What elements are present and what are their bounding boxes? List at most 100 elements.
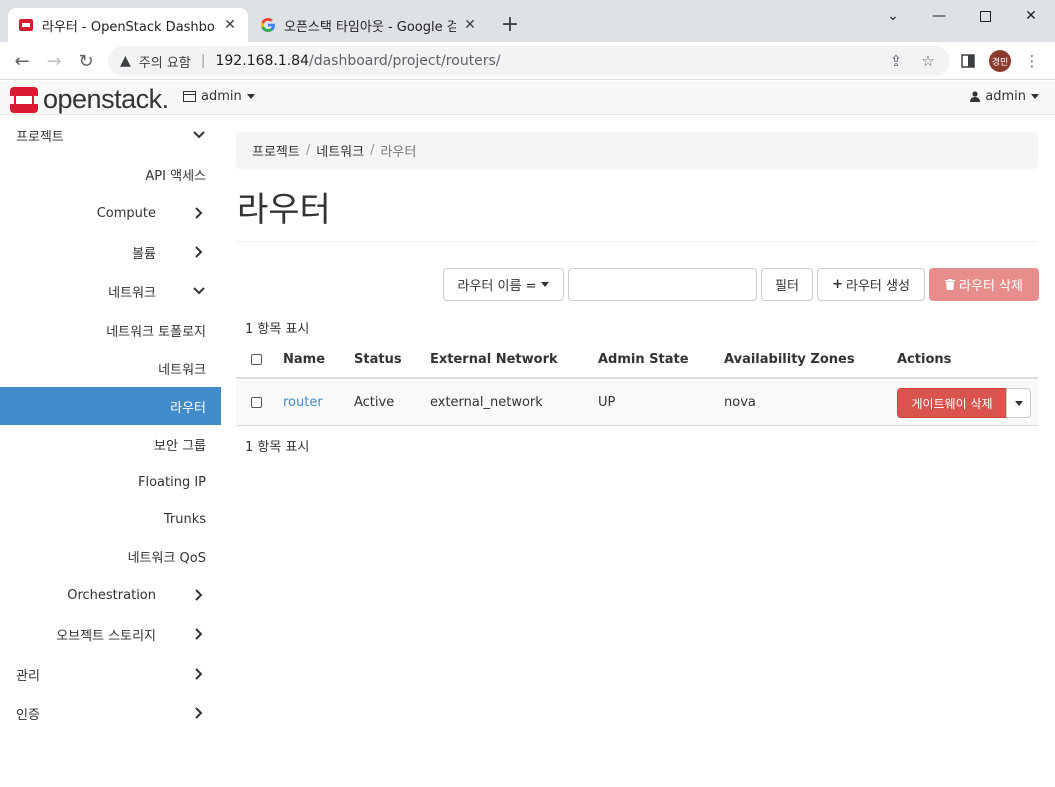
sidebar: 프로젝트 API 액세스 Compute 볼륨 네트워크 네트워크 토폴로지 네…	[0, 115, 221, 787]
sidebar-item-compute[interactable]: Compute	[0, 194, 221, 232]
sidebar-item-label: 인증	[16, 707, 40, 723]
sidebar-item-identity[interactable]: 인증	[0, 694, 221, 732]
close-tab-icon[interactable]: ✕	[462, 17, 478, 33]
sidebar-item-label: 네트워크 QoS	[127, 550, 206, 566]
filter-field-label: 라우터 이름 =	[457, 279, 537, 294]
side-panel-icon[interactable]	[956, 49, 980, 73]
create-router-button[interactable]: + 라우터 생성	[817, 268, 925, 301]
new-tab-icon[interactable]: +	[498, 14, 522, 38]
sidebar-item-label: 관리	[16, 668, 40, 684]
forward-icon[interactable]: →	[40, 47, 68, 75]
bookmark-star-icon[interactable]: ☆	[916, 49, 940, 73]
window-close-icon[interactable]: ✕	[1008, 0, 1054, 32]
column-header-availability-zones[interactable]: Availability Zones	[724, 352, 855, 367]
chevron-down-icon	[193, 285, 205, 297]
chevron-down-icon	[193, 129, 205, 141]
reload-icon[interactable]: ↻	[72, 47, 100, 75]
breadcrumb-current: 라우터	[380, 145, 417, 160]
profile-avatar[interactable]: 경민	[989, 50, 1011, 72]
column-header-actions: Actions	[897, 352, 952, 367]
project-icon	[183, 91, 196, 102]
select-all-checkbox[interactable]	[251, 354, 262, 365]
column-header-name[interactable]: Name	[283, 352, 325, 367]
column-header-status[interactable]: Status	[354, 352, 402, 367]
sidebar-item-trunks[interactable]: Trunks	[0, 500, 221, 538]
sidebar-item-orchestration[interactable]: Orchestration	[0, 576, 221, 614]
chevron-right-icon	[193, 207, 205, 219]
sidebar-item-label: 네트워크	[108, 285, 156, 301]
browser-tab-active[interactable]: 라우터 - OpenStack Dashboard ✕	[8, 8, 248, 42]
chevron-right-icon	[193, 707, 205, 719]
tab-title: 오픈스택 타임아웃 - Google 검색	[284, 19, 456, 35]
delete-routers-label: 라우터 삭제	[959, 279, 1023, 294]
column-header-admin-state[interactable]: Admin State	[598, 352, 689, 367]
create-router-label: 라우터 생성	[845, 279, 910, 294]
sidebar-item-routers[interactable]: 라우터	[0, 387, 221, 425]
delete-routers-button[interactable]: 라우터 삭제	[929, 268, 1039, 301]
column-header-external-network[interactable]: External Network	[430, 352, 558, 367]
sidebar-item-network-qos[interactable]: 네트워크 QoS	[0, 537, 221, 575]
menu-dots-icon[interactable]: ⋮	[1020, 49, 1044, 73]
router-external-network: external_network	[430, 395, 543, 410]
address-bar[interactable]: ▲ 주의 요함 | 192.168.1.84 /dashboard/projec…	[108, 46, 950, 76]
router-name-link[interactable]: router	[283, 395, 323, 410]
minimize-icon[interactable]: —	[916, 0, 962, 32]
sidebar-item-api-access[interactable]: API 액세스	[0, 155, 221, 193]
sidebar-item-label: 네트워크 토폴로지	[106, 324, 206, 340]
sidebar-item-object-storage[interactable]: 오브젝트 스토리지	[0, 615, 221, 653]
browser-tab-google[interactable]: 오픈스택 타임아웃 - Google 검색 ✕	[250, 8, 488, 42]
page-title: 라우터	[237, 190, 331, 230]
item-count-top: 1 항목 표시	[245, 322, 310, 337]
openstack-favicon-icon	[18, 17, 34, 33]
filter-button-label: 필터	[775, 279, 799, 294]
router-admin-state: UP	[598, 395, 616, 410]
sidebar-item-admin[interactable]: 관리	[0, 655, 221, 693]
caret-down-icon	[1031, 94, 1039, 99]
url-host: 192.168.1.84	[215, 53, 309, 69]
sidebar-item-label: Floating IP	[137, 474, 206, 490]
row-checkbox[interactable]	[251, 397, 262, 408]
router-availability-zone: nova	[724, 395, 756, 410]
caret-down-icon	[1014, 400, 1023, 406]
openstack-logo[interactable]: openstack.	[10, 84, 169, 115]
browser-tab-bar: 라우터 - OpenStack Dashboard ✕ 오픈스택 타임아웃 - …	[0, 0, 1055, 42]
divider	[236, 241, 1038, 242]
share-icon[interactable]: ⇪	[884, 49, 908, 73]
sidebar-item-volumes[interactable]: 볼륨	[0, 233, 221, 271]
filter-input[interactable]	[568, 268, 757, 301]
sidebar-item-label: Trunks	[163, 511, 206, 527]
filter-button[interactable]: 필터	[761, 268, 813, 301]
close-tab-icon[interactable]: ✕	[222, 17, 238, 33]
sidebar-item-networks[interactable]: 네트워크	[0, 349, 221, 387]
browser-toolbar: ← → ↻ ▲ 주의 요함 | 192.168.1.84 /dashboard/…	[0, 42, 1055, 80]
project-selector[interactable]: admin	[183, 89, 255, 104]
sidebar-item-security-groups[interactable]: 보안 그룹	[0, 425, 221, 463]
sidebar-item-label: 프로젝트	[16, 129, 64, 145]
google-favicon-icon	[260, 17, 276, 33]
breadcrumb: 프로젝트 / 네트워크 / 라우터	[236, 132, 1038, 169]
maximize-icon[interactable]	[962, 0, 1008, 32]
breadcrumb-link[interactable]: 네트워크	[316, 141, 364, 160]
table-header: Name Status External Network Admin State…	[236, 340, 1038, 379]
sidebar-item-network-topology[interactable]: 네트워크 토폴로지	[0, 311, 221, 349]
item-count-bottom: 1 항목 표시	[245, 440, 310, 455]
back-icon[interactable]: ←	[8, 47, 36, 75]
breadcrumb-link[interactable]: 프로젝트	[252, 141, 300, 160]
sidebar-item-network[interactable]: 네트워크	[0, 272, 221, 310]
divider: |	[200, 53, 206, 69]
sidebar-item-label: 네트워크	[158, 362, 206, 378]
chevron-right-icon	[193, 246, 205, 258]
dashboard-header: openstack. admin admin	[0, 81, 1055, 115]
sidebar-item-floating-ip[interactable]: Floating IP	[0, 463, 221, 501]
user-menu[interactable]: admin	[970, 89, 1039, 104]
clear-gateway-button[interactable]: 게이트웨이 삭제	[897, 388, 1007, 418]
tab-title: 라우터 - OpenStack Dashboard	[42, 19, 216, 35]
security-label: 주의 요함	[138, 55, 191, 71]
warning-icon: ▲	[120, 53, 131, 69]
tab-search-icon[interactable]: ⌄	[870, 0, 916, 32]
filter-field-select[interactable]: 라우터 이름 =	[443, 268, 564, 301]
sidebar-item-label: 라우터	[170, 400, 206, 416]
url-path: /dashboard/project/routers/	[309, 53, 501, 69]
sidebar-item-project[interactable]: 프로젝트	[0, 116, 221, 154]
row-actions-dropdown[interactable]	[1006, 388, 1031, 418]
